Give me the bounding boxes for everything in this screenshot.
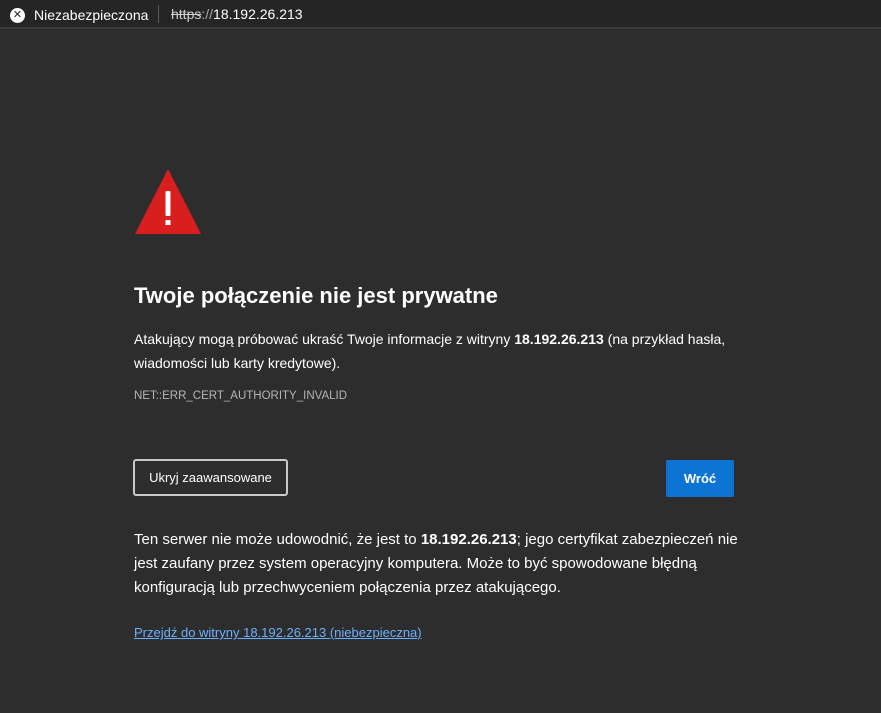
description-host: 18.192.26.213: [514, 331, 604, 347]
details-host: 18.192.26.213: [420, 531, 517, 548]
advanced-details: Ten serwer nie może udowodnić, że jest t…: [134, 528, 744, 600]
proceed-unsafe-link[interactable]: Przejdź do witryny 18.192.26.213 (niebez…: [134, 625, 422, 640]
url-field[interactable]: https://18.192.26.213: [171, 6, 303, 22]
close-circle-icon: ✕: [10, 7, 25, 23]
url-scheme: https: [171, 6, 202, 22]
warning-triangle-icon: [135, 169, 201, 234]
hide-advanced-button[interactable]: Ukryj zaawansowane: [133, 459, 288, 496]
warning-description: Atakujący mogą próbować ukraść Twoje inf…: [134, 327, 734, 375]
error-code: NET::ERR_CERT_AUTHORITY_INVALID: [134, 390, 348, 402]
details-text: Ten serwer nie może udowodnić, że jest t…: [134, 531, 421, 548]
description-text: Atakujący mogą próbować ukraść Twoje inf…: [134, 331, 515, 347]
url-separator: ://: [201, 6, 214, 22]
address-bar-divider: [158, 5, 159, 23]
security-indicator[interactable]: ✕ Niezabezpieczona: [10, 6, 148, 24]
url-host: 18.192.26.213: [213, 6, 303, 22]
back-button[interactable]: Wróć: [666, 460, 734, 497]
address-bar[interactable]: ✕ Niezabezpieczona https://18.192.26.213: [0, 0, 881, 29]
security-label: Niezabezpieczona: [34, 7, 149, 23]
page-title: Twoje połączenie nie jest prywatne: [134, 283, 498, 308]
